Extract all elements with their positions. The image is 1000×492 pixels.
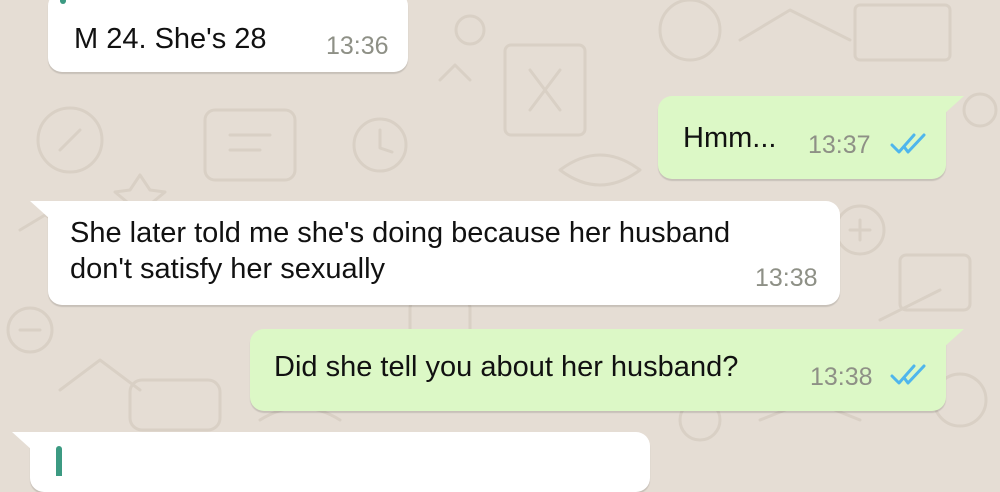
reply-quote-accent [60,0,66,4]
incoming-message-bubble[interactable]: M 24. She's 28 13:36 [48,0,408,72]
message-text: M 24. She's 28 [74,23,267,55]
message-text: She later told me she's doing because he… [70,217,731,285]
incoming-message-bubble[interactable]: She later told me she's doing because he… [30,201,840,305]
message-timestamp: 13:38 [810,363,873,391]
message-timestamp: 13:36 [326,32,389,60]
reply-quote-accent [56,446,62,476]
outgoing-message-bubble[interactable]: Did she tell you about her husband? 13:3… [250,329,964,411]
message-timestamp: 13:37 [808,131,871,159]
incoming-message-bubble-partial[interactable] [12,432,650,492]
read-double-check-icon [890,133,926,154]
read-double-check-icon [890,364,926,385]
bubble-tail [944,96,964,114]
bubble-tail [944,329,964,347]
bubble-tail [30,201,50,219]
message-text: Hmm... [683,122,777,154]
outgoing-message-bubble[interactable]: Hmm... 13:37 [658,96,964,179]
message-timestamp: 13:38 [755,264,818,292]
bubble-tail [12,432,32,450]
message-text: Did she tell you about her husband? [274,351,739,383]
